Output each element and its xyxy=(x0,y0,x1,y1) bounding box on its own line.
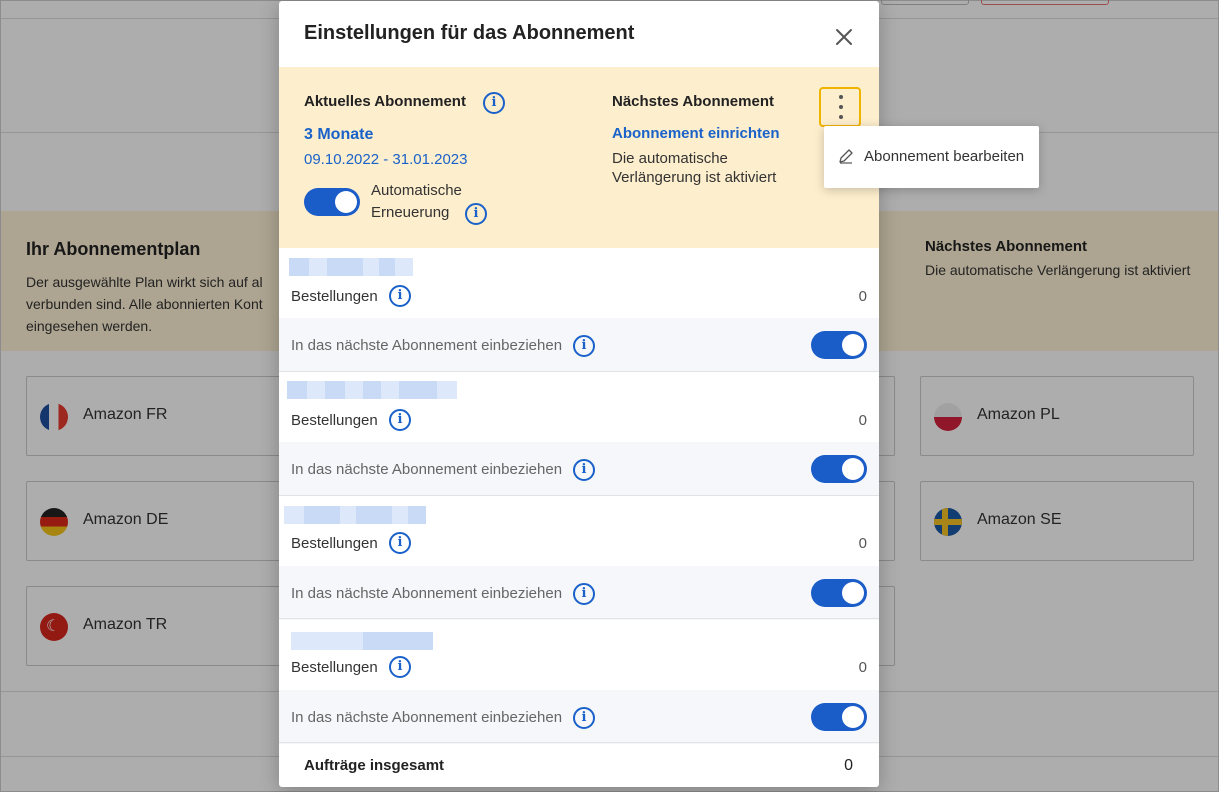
total-orders-value: 0 xyxy=(844,757,853,774)
include-label: In das nächste Abonnement einbeziehen xyxy=(291,585,563,602)
close-icon xyxy=(836,29,852,45)
next-status-line2: Verlängerung ist aktiviert xyxy=(612,169,777,186)
orders-label: Bestellungen xyxy=(291,535,378,552)
include-label: In das nächste Abonnement einbeziehen xyxy=(291,709,563,726)
menu-item-label: Abonnement bearbeiten xyxy=(864,148,1025,165)
close-button[interactable] xyxy=(832,25,856,49)
auto-renewal-toggle[interactable] xyxy=(304,188,360,216)
include-toggle[interactable] xyxy=(811,455,867,483)
subscription-settings-dialog: Einstellungen für das Abonnement Aktuell… xyxy=(279,1,879,787)
info-icon[interactable]: i xyxy=(389,656,411,678)
include-row: In das nächste Abonnement einbeziehen i xyxy=(279,442,879,496)
dialog-header: Einstellungen für das Abonnement xyxy=(279,1,879,67)
account-name-redacted xyxy=(291,632,433,650)
divider xyxy=(279,618,879,619)
auto-renewal-label-line1: Automatische xyxy=(371,182,462,199)
dialog-title: Einstellungen für das Abonnement xyxy=(304,22,635,44)
include-toggle[interactable] xyxy=(811,331,867,359)
info-icon[interactable]: i xyxy=(573,707,595,729)
info-icon[interactable]: i xyxy=(465,203,487,225)
total-orders-label: Aufträge insgesamt xyxy=(304,757,445,774)
setup-subscription-link[interactable]: Abonnement einrichten xyxy=(612,125,780,142)
info-icon[interactable]: i xyxy=(573,335,595,357)
include-label: In das nächste Abonnement einbeziehen xyxy=(291,337,563,354)
include-row: In das nächste Abonnement einbeziehen i xyxy=(279,318,879,372)
include-row: In das nächste Abonnement einbeziehen i xyxy=(279,566,879,620)
info-icon[interactable]: i xyxy=(573,583,595,605)
orders-value: 0 xyxy=(858,288,867,305)
account-name-redacted xyxy=(284,506,426,524)
include-label: In das nächste Abonnement einbeziehen xyxy=(291,461,563,478)
next-status-line1: Die automatische xyxy=(612,150,728,167)
include-toggle[interactable] xyxy=(811,579,867,607)
orders-value: 0 xyxy=(858,659,867,676)
edit-subscription-menu-item[interactable]: Abonnement bearbeiten xyxy=(824,126,1039,188)
auto-renewal-label-line2: Erneuerung xyxy=(371,204,450,221)
orders-label: Bestellungen xyxy=(291,412,378,429)
subscription-summary-panel: Aktuelles Abonnement i 3 Monate 09.10.20… xyxy=(279,67,879,248)
next-subscription-title: Nächstes Abonnement xyxy=(612,93,774,110)
account-name-redacted xyxy=(287,381,457,399)
divider xyxy=(279,742,879,743)
orders-label: Bestellungen xyxy=(291,659,378,676)
current-subscription-title: Aktuelles Abonnement xyxy=(304,93,466,110)
more-options-menu: Abonnement bearbeiten xyxy=(824,126,1039,188)
info-icon[interactable]: i xyxy=(483,92,505,114)
orders-label: Bestellungen xyxy=(291,288,378,305)
divider xyxy=(279,371,879,372)
info-icon[interactable]: i xyxy=(389,285,411,307)
orders-value: 0 xyxy=(858,535,867,552)
info-icon[interactable]: i xyxy=(389,409,411,431)
current-plan-name: 3 Monate xyxy=(304,126,374,143)
info-icon[interactable]: i xyxy=(389,532,411,554)
account-name-redacted xyxy=(289,258,413,276)
pencil-icon xyxy=(839,149,853,164)
include-row: In das nächste Abonnement einbeziehen i xyxy=(279,690,879,744)
current-plan-period: 09.10.2022 - 31.01.2023 xyxy=(304,151,468,168)
include-toggle[interactable] xyxy=(811,703,867,731)
orders-value: 0 xyxy=(858,412,867,429)
more-options-button[interactable] xyxy=(819,87,861,127)
divider xyxy=(279,495,879,496)
info-icon[interactable]: i xyxy=(573,459,595,481)
